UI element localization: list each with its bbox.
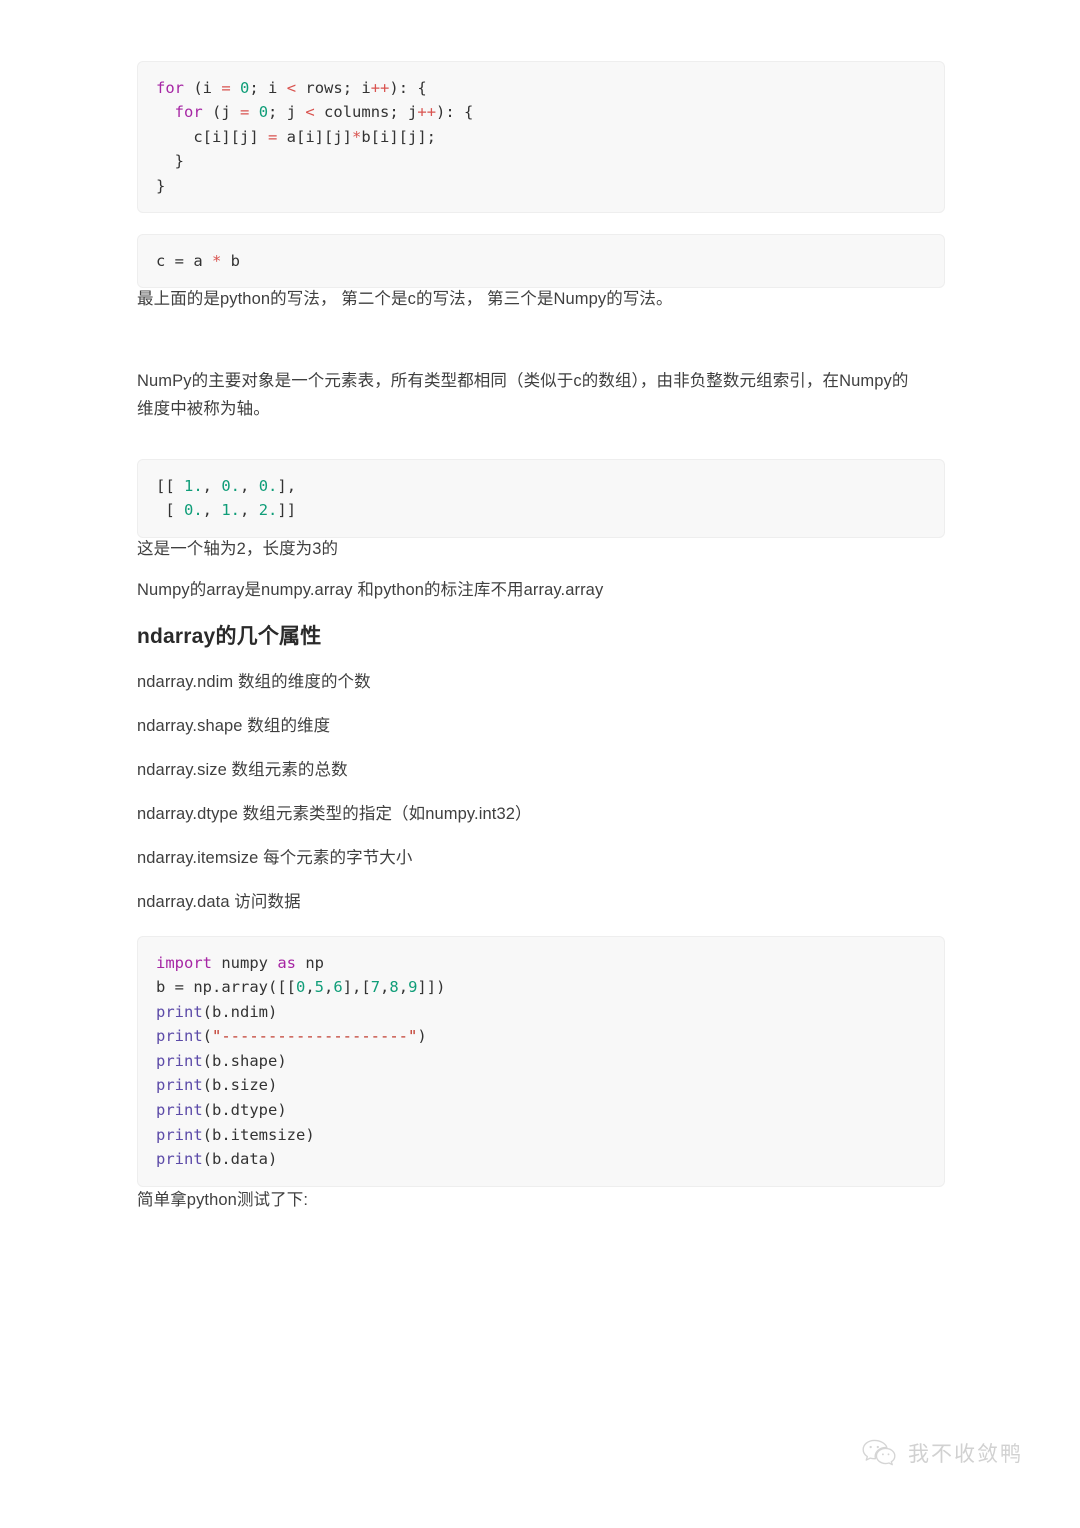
heading-ndarray-attributes: ndarray的几个属性 bbox=[137, 625, 322, 648]
code-line: print(b.dtype) bbox=[156, 1101, 287, 1120]
code-line: print(b.data) bbox=[156, 1150, 278, 1169]
list-item: ndarray.size 数组元素的总数 bbox=[137, 761, 348, 779]
paragraph-axis-description: 这是一个轴为2，长度为3的 bbox=[137, 540, 339, 558]
code-line: } bbox=[156, 176, 166, 195]
code-line: c[i][j] = a[i][j]*b[i][j]; bbox=[156, 127, 436, 146]
list-item: ndarray.ndim 数组的维度的个数 bbox=[137, 673, 371, 691]
paragraph-test-note: 简单拿python测试了下: bbox=[137, 1191, 309, 1209]
list-item: ndarray.data 访问数据 bbox=[137, 893, 301, 911]
watermark-text: 我不收敛鸭 bbox=[908, 1443, 1023, 1466]
code-block-python-demo: import numpy as np b = np.array([[0,5,6],… bbox=[137, 935, 945, 1187]
paragraph-numpy-main-object: NumPy的主要对象是一个元素表，所有类型都相同（类似于c的数组），由非负整数元… bbox=[137, 372, 909, 418]
paragraph-writing-styles: 最上面的是python的写法， 第二个是c的写法， 第三个是Numpy的写法。 bbox=[137, 290, 673, 308]
document-page: for (i = 0; i < rows; i++): { for (j = 0… bbox=[0, 0, 1080, 1528]
code-block-c-loop: for (i = 0; i < rows; i++): { for (j = 0… bbox=[137, 60, 945, 214]
list-item: ndarray.itemsize 每个元素的字节大小 bbox=[137, 849, 413, 867]
code-line: for (j = 0; j < columns; j++): { bbox=[174, 103, 474, 122]
watermark: 我不收敛鸭 bbox=[862, 1438, 1023, 1468]
code-line: b = np.array([[0,5,6],[7,8,9]]) bbox=[156, 978, 446, 997]
code-line: for (i = 0; i < rows; i++): { bbox=[156, 78, 427, 97]
list-item: ndarray.shape 数组的维度 bbox=[137, 717, 331, 735]
ndarray-attribute-list: ndarray.ndim 数组的维度的个数 ndarray.shape 数组的维… bbox=[137, 668, 945, 916]
code-line: import numpy as np bbox=[156, 953, 324, 972]
paragraph-array-library: Numpy的array是numpy.array 和python的标注库不用arr… bbox=[137, 581, 604, 599]
code-line: print(b.shape) bbox=[156, 1051, 287, 1070]
code-line: } bbox=[156, 152, 184, 171]
wechat-logo-icon bbox=[862, 1438, 896, 1468]
code-line: [[ 1., 0., 0.], bbox=[156, 476, 297, 495]
list-item: ndarray.dtype 数组元素类型的指定（如numpy.int32） bbox=[137, 805, 532, 823]
code-line: print(b.size) bbox=[156, 1076, 278, 1095]
code-block-numpy-mult: c = a * b bbox=[137, 233, 945, 289]
code-line: c = a * b bbox=[156, 251, 241, 270]
code-line: print("--------------------") bbox=[156, 1027, 427, 1046]
code-line: [ 0., 1., 2.]] bbox=[156, 501, 297, 520]
code-line: print(b.ndim) bbox=[156, 1002, 278, 1021]
code-line: print(b.itemsize) bbox=[156, 1125, 315, 1144]
code-block-array-literal: [[ 1., 0., 0.], [ 0., 1., 2.]] bbox=[137, 458, 945, 538]
